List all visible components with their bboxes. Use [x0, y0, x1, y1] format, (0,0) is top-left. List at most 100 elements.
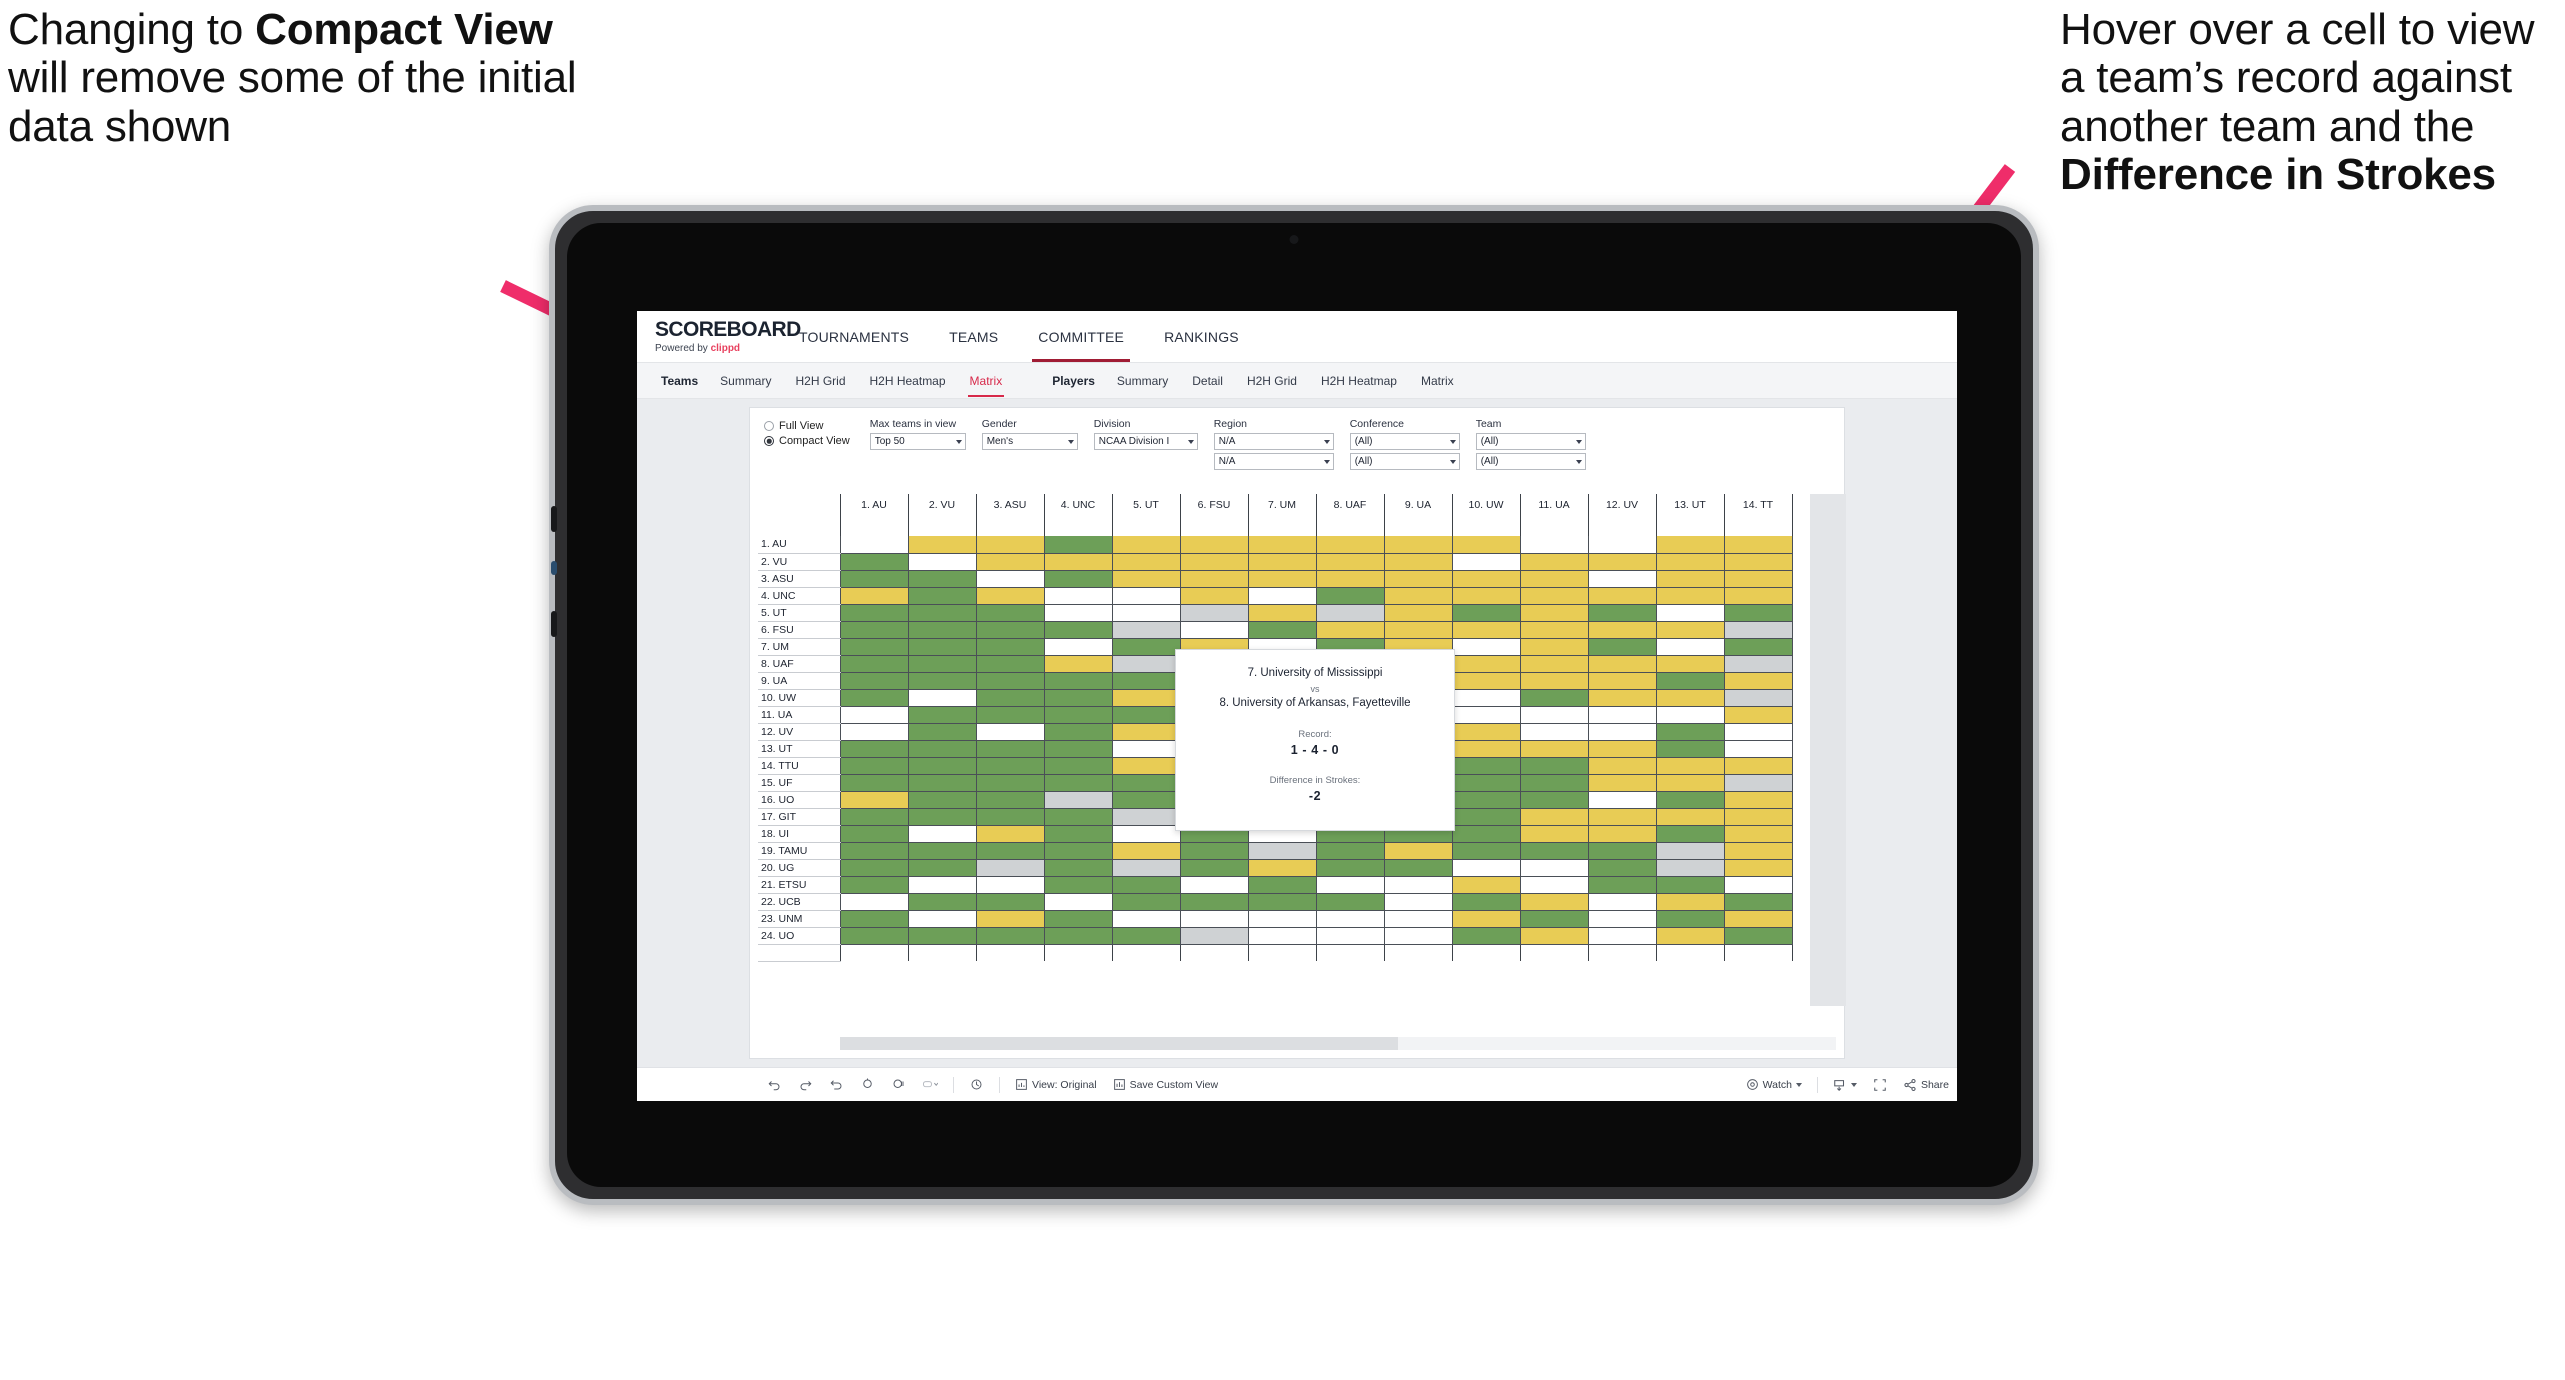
matrix-cell[interactable] — [1383, 604, 1453, 622]
matrix-cell[interactable] — [839, 740, 909, 758]
matrix-cell[interactable] — [1315, 587, 1385, 605]
matrix-cell[interactable] — [907, 910, 977, 928]
matrix-cell[interactable] — [1111, 927, 1181, 945]
matrix-cell[interactable] — [1111, 808, 1181, 826]
matrix-cell[interactable] — [1655, 536, 1725, 554]
matrix-row-header[interactable]: 8. UAF — [758, 655, 840, 673]
matrix-cell[interactable] — [907, 791, 977, 809]
matrix-cell[interactable] — [1587, 842, 1657, 860]
matrix-cell[interactable] — [1519, 706, 1589, 724]
matrix-cell[interactable] — [1519, 587, 1589, 605]
matrix-cell[interactable] — [1451, 774, 1521, 792]
matrix-cell[interactable] — [1111, 638, 1181, 656]
matrix-cell[interactable] — [907, 655, 977, 673]
matrix-cell[interactable] — [975, 655, 1045, 673]
matrix-cell[interactable] — [1587, 604, 1657, 622]
matrix-cell[interactable] — [1315, 553, 1385, 571]
matrix-cell[interactable] — [1247, 859, 1317, 877]
matrix-column-header[interactable]: 13. UT — [1655, 494, 1725, 536]
matrix-cell[interactable] — [1587, 825, 1657, 843]
matrix-cell[interactable] — [1519, 723, 1589, 741]
matrix-cell[interactable] — [1043, 536, 1113, 554]
matrix-cell[interactable] — [1519, 655, 1589, 673]
matrix-cell[interactable] — [1519, 893, 1589, 911]
matrix-cell[interactable] — [1111, 876, 1181, 894]
matrix-cell[interactable] — [1043, 825, 1113, 843]
matrix-cell[interactable] — [1451, 740, 1521, 758]
matrix-cell[interactable] — [1179, 927, 1249, 945]
matrix-cell[interactable] — [1519, 638, 1589, 656]
matrix-cell[interactable] — [1655, 927, 1725, 945]
matrix-cell[interactable] — [1247, 842, 1317, 860]
matrix-cell[interactable] — [1111, 672, 1181, 690]
filter-region-select-2[interactable]: N/A — [1213, 453, 1334, 470]
matrix-cell[interactable] — [907, 689, 977, 707]
matrix-cell[interactable] — [1111, 570, 1181, 588]
matrix-cell[interactable] — [975, 570, 1045, 588]
matrix-cell[interactable] — [839, 706, 909, 724]
matrix-cell[interactable] — [1247, 876, 1317, 894]
matrix-row-header[interactable]: 17. GIT — [758, 808, 840, 826]
matrix-cell[interactable] — [975, 621, 1045, 639]
matrix-cell[interactable] — [1587, 927, 1657, 945]
nav-item-rankings[interactable]: RANKINGS — [1144, 311, 1259, 362]
matrix-cell[interactable] — [975, 893, 1045, 911]
matrix-cell[interactable] — [1451, 825, 1521, 843]
matrix-cell[interactable] — [1179, 536, 1249, 554]
matrix-column-header[interactable]: 9. UA — [1383, 494, 1453, 536]
matrix-cell[interactable] — [1179, 621, 1249, 639]
matrix-cell[interactable] — [1315, 859, 1385, 877]
matrix-cell[interactable] — [1043, 876, 1113, 894]
matrix-cell[interactable] — [1655, 757, 1725, 775]
matrix-row-header[interactable]: 20. UG — [758, 859, 840, 877]
matrix-cell[interactable] — [1655, 604, 1725, 622]
nav-item-committee[interactable]: COMMITTEE — [1018, 311, 1144, 362]
matrix-column-header[interactable]: 11. UA — [1519, 494, 1589, 536]
matrix-cell[interactable] — [1043, 621, 1113, 639]
matrix-cell[interactable] — [839, 927, 909, 945]
matrix-cell[interactable] — [1111, 689, 1181, 707]
matrix-cell[interactable] — [839, 655, 909, 673]
refresh-button[interactable] — [852, 1068, 883, 1102]
matrix-cell[interactable] — [1111, 723, 1181, 741]
matrix-cell[interactable] — [975, 587, 1045, 605]
matrix-cell[interactable] — [1723, 842, 1793, 860]
tab-players-h2h-heatmap[interactable]: H2H Heatmap — [1309, 374, 1409, 388]
matrix-cell[interactable] — [1451, 570, 1521, 588]
redo-button[interactable] — [790, 1068, 821, 1102]
matrix-cell[interactable] — [1655, 570, 1725, 588]
matrix-cell[interactable] — [1587, 621, 1657, 639]
matrix-cell[interactable] — [975, 757, 1045, 775]
matrix-cell[interactable] — [1111, 740, 1181, 758]
matrix-cell[interactable] — [1451, 893, 1521, 911]
matrix-cell[interactable] — [839, 553, 909, 571]
watch-button[interactable]: Watch — [1738, 1068, 1810, 1102]
matrix-cell[interactable] — [1383, 910, 1453, 928]
matrix-cell[interactable] — [1451, 927, 1521, 945]
matrix-cell[interactable] — [1723, 604, 1793, 622]
matrix-cell[interactable] — [1247, 927, 1317, 945]
matrix-cell[interactable] — [839, 910, 909, 928]
matrix-cell[interactable] — [1247, 910, 1317, 928]
matrix-row-header[interactable]: 23. UNM — [758, 910, 840, 928]
matrix-cell[interactable] — [1247, 553, 1317, 571]
matrix-cell[interactable] — [1383, 621, 1453, 639]
filter-region-select-1[interactable]: N/A — [1213, 433, 1334, 450]
matrix-cell[interactable] — [907, 893, 977, 911]
matrix-cell[interactable] — [1383, 553, 1453, 571]
matrix-cell[interactable] — [1519, 808, 1589, 826]
matrix-cell[interactable] — [907, 808, 977, 826]
matrix-row-header[interactable]: 22. UCB — [758, 893, 840, 911]
matrix-cell[interactable] — [975, 723, 1045, 741]
matrix-cell[interactable] — [1451, 910, 1521, 928]
matrix-cell[interactable] — [1587, 638, 1657, 656]
matrix-cell[interactable] — [1655, 723, 1725, 741]
matrix-cell[interactable] — [1587, 570, 1657, 588]
matrix-cell[interactable] — [1587, 876, 1657, 894]
tab-teams-h2h-heatmap[interactable]: H2H Heatmap — [858, 374, 958, 388]
matrix-row-header[interactable]: 10. UW — [758, 689, 840, 707]
matrix-cell[interactable] — [907, 740, 977, 758]
matrix-column-header[interactable]: 2. VU — [907, 494, 977, 536]
matrix-cell[interactable] — [1723, 536, 1793, 554]
matrix-cell[interactable] — [1655, 808, 1725, 826]
